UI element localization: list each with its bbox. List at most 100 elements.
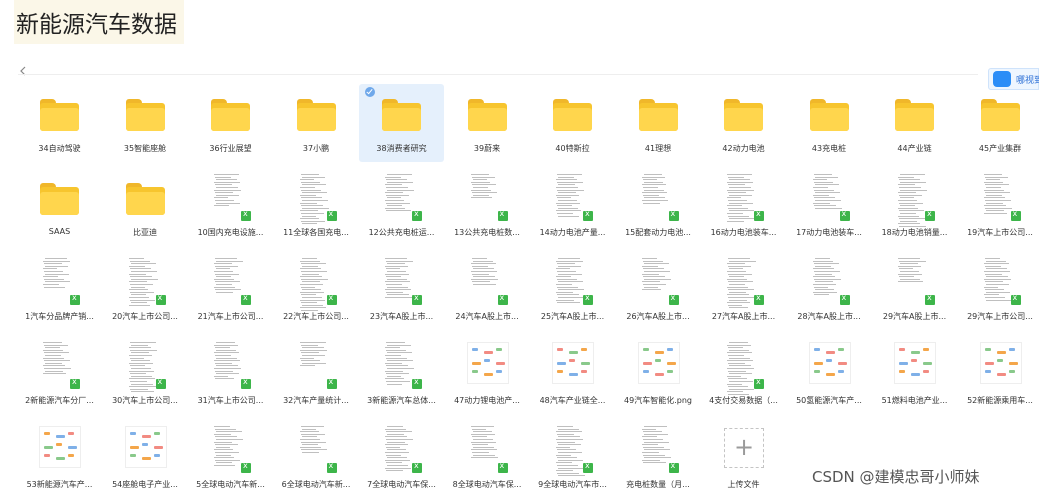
file-item[interactable]: 21汽车上市公司... (188, 252, 273, 330)
file-label: 52新能源乘用车... (967, 396, 1033, 405)
file-item[interactable]: 13公共充电桩数... (445, 168, 530, 246)
file-label: 16动力电池装车... (710, 228, 777, 237)
folder-item[interactable]: 42动力电池 (701, 84, 786, 162)
file-item[interactable]: 48汽车产业链全... (530, 336, 615, 414)
file-item[interactable]: 24汽车A股上市... (445, 252, 530, 330)
upload-box[interactable]: + (724, 428, 764, 468)
excel-icon (241, 461, 251, 473)
file-item[interactable]: 28汽车A股上市... (787, 252, 872, 330)
file-item[interactable]: 4支付交易数据（... (701, 336, 786, 414)
excel-icon (583, 209, 593, 221)
file-item[interactable]: 54座舱电子产业... (103, 420, 188, 495)
excel-icon (241, 293, 251, 305)
file-item[interactable]: 18动力电池销量... (872, 168, 957, 246)
selected-check-icon[interactable] (365, 87, 375, 97)
file-item[interactable]: 30汽车上市公司... (103, 336, 188, 414)
folder-item[interactable]: 36行业展望 (188, 84, 273, 162)
file-label: 43充电桩 (811, 144, 847, 153)
folder-item[interactable]: 37小鹏 (274, 84, 359, 162)
folder-item[interactable]: 43充电桩 (787, 84, 872, 162)
file-item[interactable]: 16动力电池装车... (701, 168, 786, 246)
folder-icon (638, 99, 678, 131)
excel-icon (754, 377, 764, 389)
file-label: 19汽车上市公司... (967, 228, 1033, 237)
folder-icon (125, 183, 165, 215)
file-label: 18动力电池销量... (881, 228, 948, 237)
folder-icon (40, 183, 79, 215)
excel-icon (412, 293, 422, 305)
file-item[interactable]: 47动力锂电池产... (445, 336, 530, 414)
file-item[interactable]: 10国内充电设施... (188, 168, 273, 246)
file-item[interactable]: 32汽车产量统计... (274, 336, 359, 414)
image-thumbnail (808, 342, 851, 384)
excel-icon (497, 461, 508, 473)
folder-item[interactable]: 35智能座舱 (103, 84, 188, 162)
folder-icon (40, 99, 79, 131)
file-label: 17动力电池装车... (796, 228, 862, 237)
file-item[interactable]: 22汽车上市公司... (274, 252, 359, 330)
file-item[interactable]: 23汽车A股上市... (359, 252, 444, 330)
toolbar-divider (18, 74, 978, 75)
file-label: 9全球电动汽车市... (538, 480, 607, 489)
file-item[interactable]: 17动力电池装车... (787, 168, 872, 246)
file-item[interactable]: 8全球电动汽车保... (445, 420, 530, 495)
folder-icon (553, 99, 592, 131)
file-item[interactable]: 2新能源汽车分厂... (17, 336, 102, 414)
file-item[interactable]: 12公共充电桩运... (359, 168, 444, 246)
file-label: 22汽车上市公司... (283, 312, 349, 321)
watermark: CSDN @建模忠哥小师妹 (812, 468, 980, 486)
folder-item[interactable]: 34自动驾驶 (17, 84, 102, 162)
file-item[interactable]: 27汽车A股上市... (701, 252, 786, 330)
file-item[interactable]: 7全球电动汽车保... (359, 420, 444, 495)
file-item[interactable]: 19汽车上市公司... (958, 168, 1039, 246)
file-item[interactable]: 15配套动力电池... (616, 168, 701, 246)
file-item[interactable]: 52新能源乘用车... (958, 336, 1039, 414)
file-label: 29汽车上市公司... (967, 312, 1033, 321)
file-item[interactable]: 29汽车上市公司... (958, 252, 1039, 330)
folder-item[interactable]: 38消费者研究 (359, 84, 444, 162)
file-item[interactable]: 9全球电动汽车市... (530, 420, 615, 495)
folder-item[interactable]: 39蔚来 (445, 84, 530, 162)
file-item[interactable]: 3新能源汽车总体... (359, 336, 444, 414)
file-label: 37小鹏 (302, 144, 330, 153)
file-item[interactable]: 51燃料电池产业... (872, 336, 957, 414)
file-label: 1汽车分品牌产销... (25, 312, 94, 321)
excel-icon (839, 293, 850, 305)
file-item[interactable]: 1汽车分品牌产销... (17, 252, 102, 330)
file-item[interactable]: 31汽车上市公司... (188, 336, 273, 414)
folder-icon (211, 99, 250, 131)
upload-tile[interactable]: + 上传文件 (701, 420, 786, 495)
file-item[interactable]: 26汽车A股上市... (616, 252, 701, 330)
file-item[interactable]: 53新能源汽车产... (17, 420, 102, 495)
file-item[interactable]: 11全球各国充电... (274, 168, 359, 246)
file-item[interactable]: 充电桩数量（月... (616, 420, 701, 495)
file-label: 比亚迪 (133, 228, 157, 237)
file-item[interactable]: 49汽车智能化.png (616, 336, 701, 414)
file-item[interactable]: 6全球电动汽车新... (274, 420, 359, 495)
file-item[interactable]: 50氢能源汽车产... (787, 336, 872, 414)
file-item[interactable]: 5全球电动汽车新... (188, 420, 273, 495)
file-label: 29汽车A股上市... (882, 312, 947, 321)
folder-item[interactable]: 44产业链 (872, 84, 957, 162)
file-item[interactable]: 20汽车上市公司... (103, 252, 188, 330)
file-label: 10国内充电设施... (197, 228, 264, 237)
folder-item[interactable]: 40特斯拉 (530, 84, 615, 162)
folder-icon (467, 99, 507, 131)
file-label: 23汽车A股上市... (369, 312, 434, 321)
excel-icon (839, 209, 850, 221)
file-item[interactable]: 29汽车A股上市... (872, 252, 957, 330)
file-label: 47动力锂电池产... (454, 396, 520, 405)
folder-item[interactable]: 41理想 (616, 84, 701, 162)
file-label: 21汽车上市公司... (197, 312, 264, 321)
file-label: 4支付交易数据（... (709, 396, 778, 405)
file-label: 45产业集群 (978, 144, 1022, 153)
file-item[interactable]: 14动力电池产量... (530, 168, 615, 246)
excel-icon (155, 377, 166, 389)
file-item[interactable]: 25汽车A股上市... (530, 252, 615, 330)
folder-item[interactable]: SAAS (17, 168, 102, 246)
folder-item[interactable]: 45产业集群 (958, 84, 1039, 162)
folder-item[interactable]: 比亚迪 (103, 168, 188, 246)
excel-icon (754, 209, 764, 221)
excel-icon (668, 209, 679, 221)
file-label: 48汽车产业链全... (539, 396, 606, 405)
